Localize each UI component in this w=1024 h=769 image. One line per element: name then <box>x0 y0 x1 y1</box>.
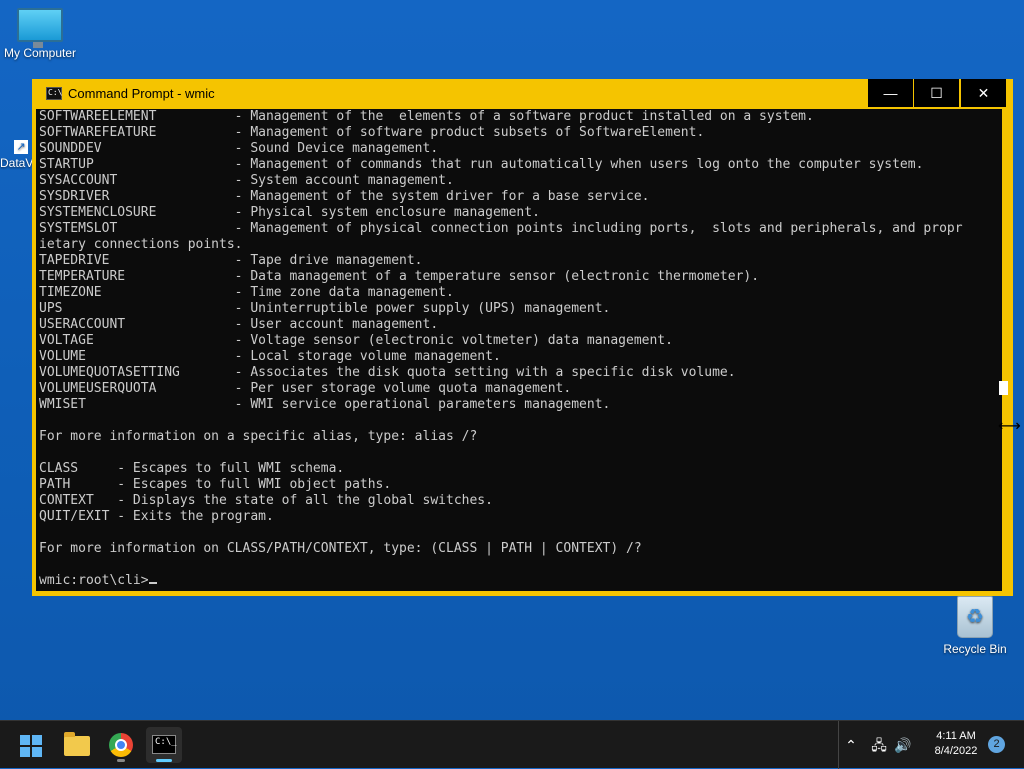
desktop-icon-recycle-bin[interactable]: ♻ Recycle Bin <box>935 596 1015 656</box>
console-line: WMISET - WMI service operational paramet… <box>39 397 611 412</box>
cmd-icon: C:\ <box>46 87 62 100</box>
console-line: SOFTWAREELEMENT - Management of the elem… <box>39 109 814 124</box>
console-text: SOFTWAREELEMENT - Management of the elem… <box>36 109 1002 573</box>
console-line: SOUNDDEV - Sound Device management. <box>39 141 439 156</box>
console-prompt: wmic:root\cli> <box>39 573 149 588</box>
start-button[interactable] <box>14 727 50 763</box>
console-line: UPS - Uninterruptible power supply (UPS)… <box>39 301 611 316</box>
scroll-thumb[interactable] <box>999 381 1008 395</box>
taskbar: C:\_ ⌃ 🖧 🔊 4:11 AM 8/4/2022 2 <box>0 720 1024 769</box>
console-line: SYSDRIVER - Management of the system dri… <box>39 189 650 204</box>
window-title: Command Prompt - wmic <box>68 86 215 101</box>
console-line: SYSACCOUNT - System account management. <box>39 173 454 188</box>
clock-date: 8/4/2022 <box>934 745 978 757</box>
notification-badge[interactable]: 2 <box>988 736 1005 753</box>
text-cursor <box>148 582 157 584</box>
cmd-icon: C:\_ <box>152 735 177 754</box>
console-line: VOLTAGE - Voltage sensor (electronic vol… <box>39 333 673 348</box>
console-line: VOLUMEUSERQUOTA - Per user storage volum… <box>39 381 572 396</box>
console-line: CLASS - Escapes to full WMI schema. <box>39 461 345 476</box>
scrollbar[interactable] <box>999 109 1009 591</box>
network-icon[interactable]: 🖧 <box>870 721 888 769</box>
tray-divider <box>838 721 839 769</box>
console-line: STARTUP - Management of commands that ru… <box>39 157 924 172</box>
taskbar-clock[interactable]: 4:11 AM 8/4/2022 <box>920 729 992 759</box>
console-line: TEMPERATURE - Data management of a tempe… <box>39 269 760 284</box>
monitor-icon <box>17 8 63 48</box>
desktop-icon-label: My Computer <box>3 46 77 60</box>
taskbar-command-prompt[interactable]: C:\_ <box>146 727 182 763</box>
console-line: SYSTEMSLOT - Management of physical conn… <box>39 221 963 236</box>
volume-icon[interactable]: 🔊 <box>893 721 913 769</box>
chrome-icon <box>109 733 133 757</box>
running-indicator <box>117 759 125 762</box>
console-line: For more information on a specific alias… <box>39 429 478 444</box>
console-line: VOLUME - Local storage volume management… <box>39 349 501 364</box>
command-prompt-window[interactable]: C:\ Command Prompt - wmic — ☐ ✕ SOFTWARE… <box>32 79 1013 596</box>
show-hidden-icons-chevron-icon[interactable]: ⌃ <box>843 721 859 769</box>
clock-time: 4:11 AM <box>936 730 976 742</box>
console-line: PATH - Escapes to full WMI object paths. <box>39 477 392 492</box>
console-line: TAPEDRIVE - Tape drive management. <box>39 253 423 268</box>
desktop-icon-label: DataV <box>0 156 34 170</box>
console-line: For more information on CLASS/PATH/CONTE… <box>39 541 642 556</box>
window-titlebar[interactable]: C:\ Command Prompt - wmic — ☐ ✕ <box>32 79 1013 109</box>
desktop-icon-data[interactable]: ↗ DataV <box>0 140 36 170</box>
desktop-icon-my-computer[interactable]: My Computer <box>0 8 80 60</box>
recycle-bin-icon: ♻ <box>957 596 993 638</box>
resize-cursor-icon: ⟷ <box>998 418 1021 435</box>
console-line: SYSTEMENCLOSURE - Physical system enclos… <box>39 205 540 220</box>
console-line: QUIT/EXIT - Exits the program. <box>39 509 274 524</box>
taskbar-chrome[interactable] <box>103 727 139 763</box>
desktop-icon-label: Recycle Bin <box>943 642 1007 656</box>
console-line: USERACCOUNT - User account management. <box>39 317 439 332</box>
minimize-button[interactable]: — <box>868 79 913 107</box>
shortcut-arrow-icon: ↗ <box>14 140 28 154</box>
console-output[interactable]: SOFTWAREELEMENT - Management of the elem… <box>36 109 1002 591</box>
windows-logo-icon <box>20 735 42 757</box>
close-button[interactable]: ✕ <box>961 79 1006 107</box>
active-indicator <box>156 759 172 762</box>
folder-icon <box>64 732 90 756</box>
console-line: VOLUMEQUOTASETTING - Associates the disk… <box>39 365 736 380</box>
console-line: CONTEXT - Displays the state of all the … <box>39 493 493 508</box>
console-line: TIMEZONE - Time zone data management. <box>39 285 454 300</box>
console-line: SOFTWAREFEATURE - Management of software… <box>39 125 705 140</box>
taskbar-file-explorer[interactable] <box>59 727 95 763</box>
maximize-button[interactable]: ☐ <box>914 79 959 107</box>
console-line: ietary connections points. <box>39 237 243 252</box>
